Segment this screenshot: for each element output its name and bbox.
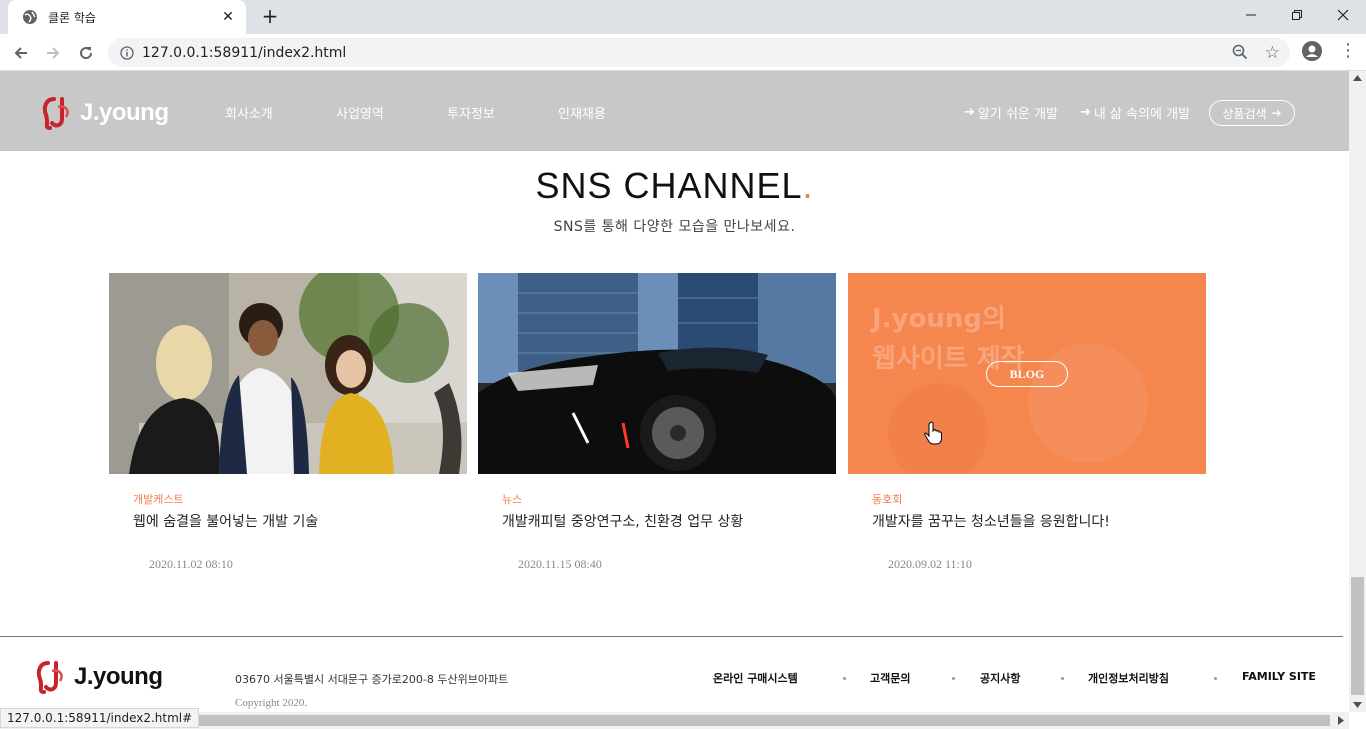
sns-card-3[interactable]: J.young의 웹사이트 제작 BLOG 동호회 개발자를 꿈꾸는 청소년들을… (848, 273, 1206, 571)
card-date: 2020.11.15 08:40 (518, 557, 602, 571)
restore-icon[interactable] (1274, 0, 1320, 30)
card-title[interactable]: 개발자를 꿈꾸는 청소년들을 응원합니다! (872, 511, 1110, 531)
footer-link-privacy[interactable]: 개인정보처리방침 (1088, 670, 1169, 686)
close-window-icon[interactable] (1320, 0, 1366, 30)
reload-icon[interactable] (73, 40, 99, 66)
profile-avatar-icon[interactable] (1302, 41, 1322, 61)
info-icon[interactable] (120, 45, 134, 60)
logo-text: J.young (80, 99, 169, 126)
tab-bar: 클론 학습 ✕ + (0, 0, 1366, 34)
scroll-up-arrow-icon[interactable] (1353, 75, 1362, 81)
footer-separator (843, 677, 846, 680)
page-viewport: J.young 회사소개 사업영역 투자정보 인재채용 ➔ 알기 쉬운 개발 ➔… (0, 71, 1349, 712)
footer-separator (1214, 677, 1217, 680)
browser-menu-icon[interactable]: ⋮ (1339, 40, 1357, 62)
back-icon[interactable] (8, 40, 34, 66)
section-title: SNS CHANNEL. (0, 165, 1349, 207)
footer-link-purchase[interactable]: 온라인 구매시스템 (713, 670, 798, 686)
util-link-easy-dev[interactable]: ➔ 알기 쉬운 개발 (964, 103, 1058, 122)
util-link-label: 내 삶 속의에 개발 (1093, 107, 1191, 122)
product-search-label: 상품검색 (1222, 106, 1267, 121)
footer-logo[interactable]: J.young (34, 659, 163, 695)
card-image-blog[interactable]: J.young의 웹사이트 제작 BLOG (848, 273, 1206, 474)
arrow-right-icon: ➔ (1271, 106, 1282, 120)
hand-cursor-icon (924, 421, 942, 445)
nav-investment[interactable]: 투자정보 (447, 103, 495, 122)
vertical-scroll-thumb[interactable] (1351, 577, 1364, 695)
card-category: 뉴스 (502, 493, 523, 506)
browser-tab[interactable]: 클론 학습 ✕ (8, 0, 246, 34)
footer-logo-text: J.young (74, 663, 163, 690)
forward-icon[interactable] (40, 40, 66, 66)
logo-mark-icon (36, 661, 63, 694)
arrow-right-icon: ➔ (1080, 105, 1091, 120)
section-title-dot: . (802, 165, 814, 206)
zoom-icon[interactable] (1232, 44, 1248, 64)
section-subtitle: SNS를 통해 다양한 모습을 만나보세요. (553, 219, 796, 235)
footer-divider (0, 636, 1343, 637)
tab-title: 클론 학습 (48, 10, 96, 25)
footer-link-inquiry[interactable]: 고객문의 (870, 670, 910, 686)
card-category: 동호회 (872, 493, 903, 506)
overlay-text-line-1: J.young의 (872, 304, 1006, 334)
status-bar-url: 127.0.0.1:58911/index2.html# (0, 708, 200, 728)
minimize-icon[interactable] (1228, 0, 1274, 30)
bookmark-star-icon[interactable]: ☆ (1265, 43, 1280, 63)
footer-link-family-site[interactable]: FAMILY SITE (1242, 670, 1316, 683)
browser-toolbar: 127.0.0.1:58911/index2.html ☆ ⋮ (0, 34, 1366, 71)
globe-icon (22, 9, 38, 25)
nav-recruit[interactable]: 인재채용 (558, 103, 606, 122)
util-link-life-dev[interactable]: ➔ 내 삶 속의에 개발 (1080, 103, 1190, 122)
nav-company[interactable]: 회사소개 (225, 103, 273, 122)
blog-button[interactable]: BLOG (986, 361, 1068, 387)
sns-card-1[interactable]: 개발케스트 웹에 숨결을 불어넣는 개발 기술 2020.11.02 08:10 (109, 273, 467, 571)
card-category: 개발케스트 (133, 493, 184, 506)
nav-business[interactable]: 사업영역 (336, 103, 384, 122)
footer-separator (1061, 677, 1064, 680)
new-tab-icon[interactable]: + (259, 6, 281, 28)
sns-card-2[interactable]: 뉴스 개발캐피털 중앙연구소, 친환경 업무 상황 2020.11.15 08:… (478, 273, 836, 571)
horizontal-scroll-thumb[interactable] (170, 715, 1330, 726)
section-title-text: SNS CHANNEL (535, 165, 803, 206)
close-tab-icon[interactable]: ✕ (220, 9, 236, 25)
product-search-button[interactable]: 상품검색 ➔ (1209, 100, 1295, 126)
arrow-right-icon: ➔ (964, 105, 975, 120)
footer-separator (952, 677, 955, 680)
card-image-car[interactable] (478, 273, 836, 474)
scroll-down-arrow-icon[interactable] (1353, 702, 1362, 708)
horizontal-scrollbar[interactable] (0, 712, 1349, 729)
footer-copyright: Copyright 2020. (235, 697, 308, 709)
util-link-label: 알기 쉬운 개발 (977, 107, 1058, 122)
address-bar[interactable]: 127.0.0.1:58911/index2.html ☆ (108, 38, 1290, 67)
logo-mark-icon (42, 97, 69, 130)
card-title[interactable]: 웹에 숨결을 불어넣는 개발 기술 (133, 511, 318, 531)
card-title[interactable]: 개발캐피털 중앙연구소, 친환경 업무 상황 (502, 511, 743, 531)
card-date: 2020.11.02 08:10 (149, 557, 233, 571)
header-logo[interactable]: J.young (40, 95, 169, 131)
card-date: 2020.09.02 11:10 (888, 557, 972, 571)
footer-link-notice[interactable]: 공지사항 (980, 670, 1020, 686)
url-text: 127.0.0.1:58911/index2.html (142, 45, 347, 61)
scroll-right-arrow-icon[interactable] (1338, 716, 1344, 725)
vertical-scrollbar[interactable] (1349, 71, 1366, 712)
site-header: J.young 회사소개 사업영역 투자정보 인재채용 ➔ 알기 쉬운 개발 ➔… (0, 71, 1349, 151)
footer-address: 03670 서울특별시 서대문구 증가로200-8 두산위브아파트 (235, 673, 509, 686)
card-image-people[interactable] (109, 273, 467, 474)
